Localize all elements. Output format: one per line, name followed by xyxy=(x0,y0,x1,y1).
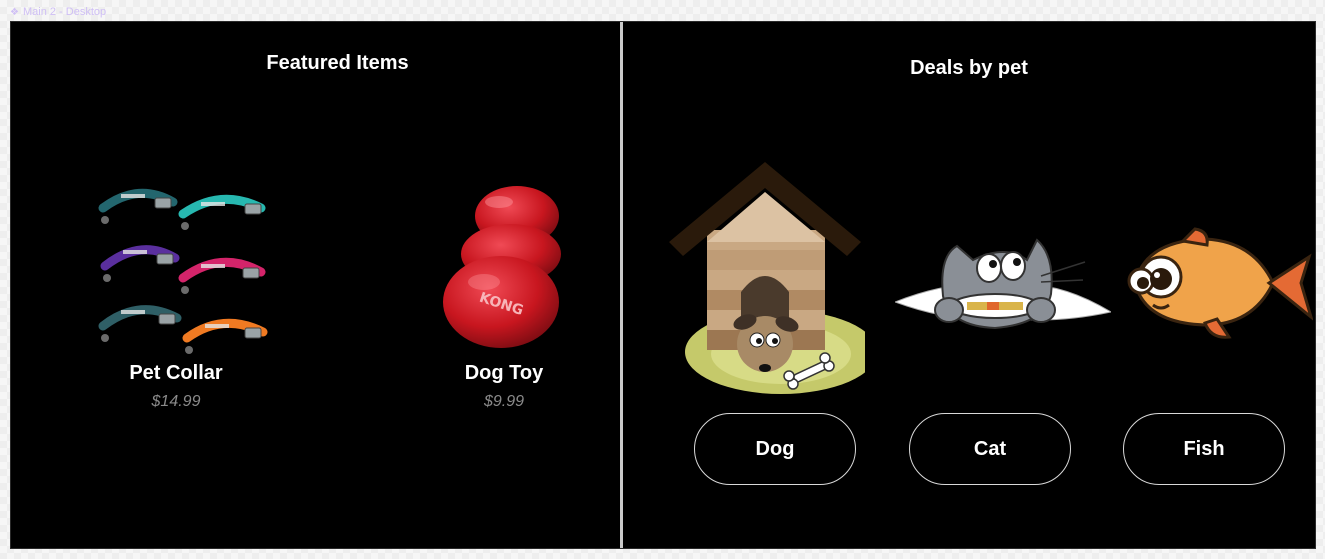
fish-image xyxy=(1127,227,1313,339)
pet-collar-price: $14.99 xyxy=(151,393,201,410)
kong-toy-image[interactable]: KONG xyxy=(439,184,574,354)
frame-icon: ❖ xyxy=(10,6,19,18)
dog-house-image xyxy=(669,162,865,394)
dog-toy-name[interactable]: Dog Toy xyxy=(404,362,604,385)
deals-by-pet-title: Deals by pet xyxy=(910,57,1028,79)
frame-label-text: Main 2 - Desktop xyxy=(22,6,107,18)
deals-by-pet-panel: Deals by pet Dog Cat Fish xyxy=(623,22,1315,548)
dog-toy-price: $9.99 xyxy=(483,393,525,410)
fish-button[interactable]: Fish xyxy=(1123,413,1285,485)
frame-label: ❖ Main 2 - Desktop xyxy=(10,6,106,18)
dog-button[interactable]: Dog xyxy=(694,413,856,485)
pet-collar-name[interactable]: Pet Collar xyxy=(76,362,276,385)
desktop-frame: Featured Items Pet Collar $14.99 KONG Do… xyxy=(10,21,1316,549)
cat-image xyxy=(895,238,1111,330)
collar-set-image[interactable] xyxy=(93,180,273,360)
featured-items-title: Featured Items xyxy=(266,52,409,74)
featured-items-panel: Featured Items Pet Collar $14.99 KONG Do… xyxy=(11,22,620,548)
cat-button[interactable]: Cat xyxy=(909,413,1071,485)
